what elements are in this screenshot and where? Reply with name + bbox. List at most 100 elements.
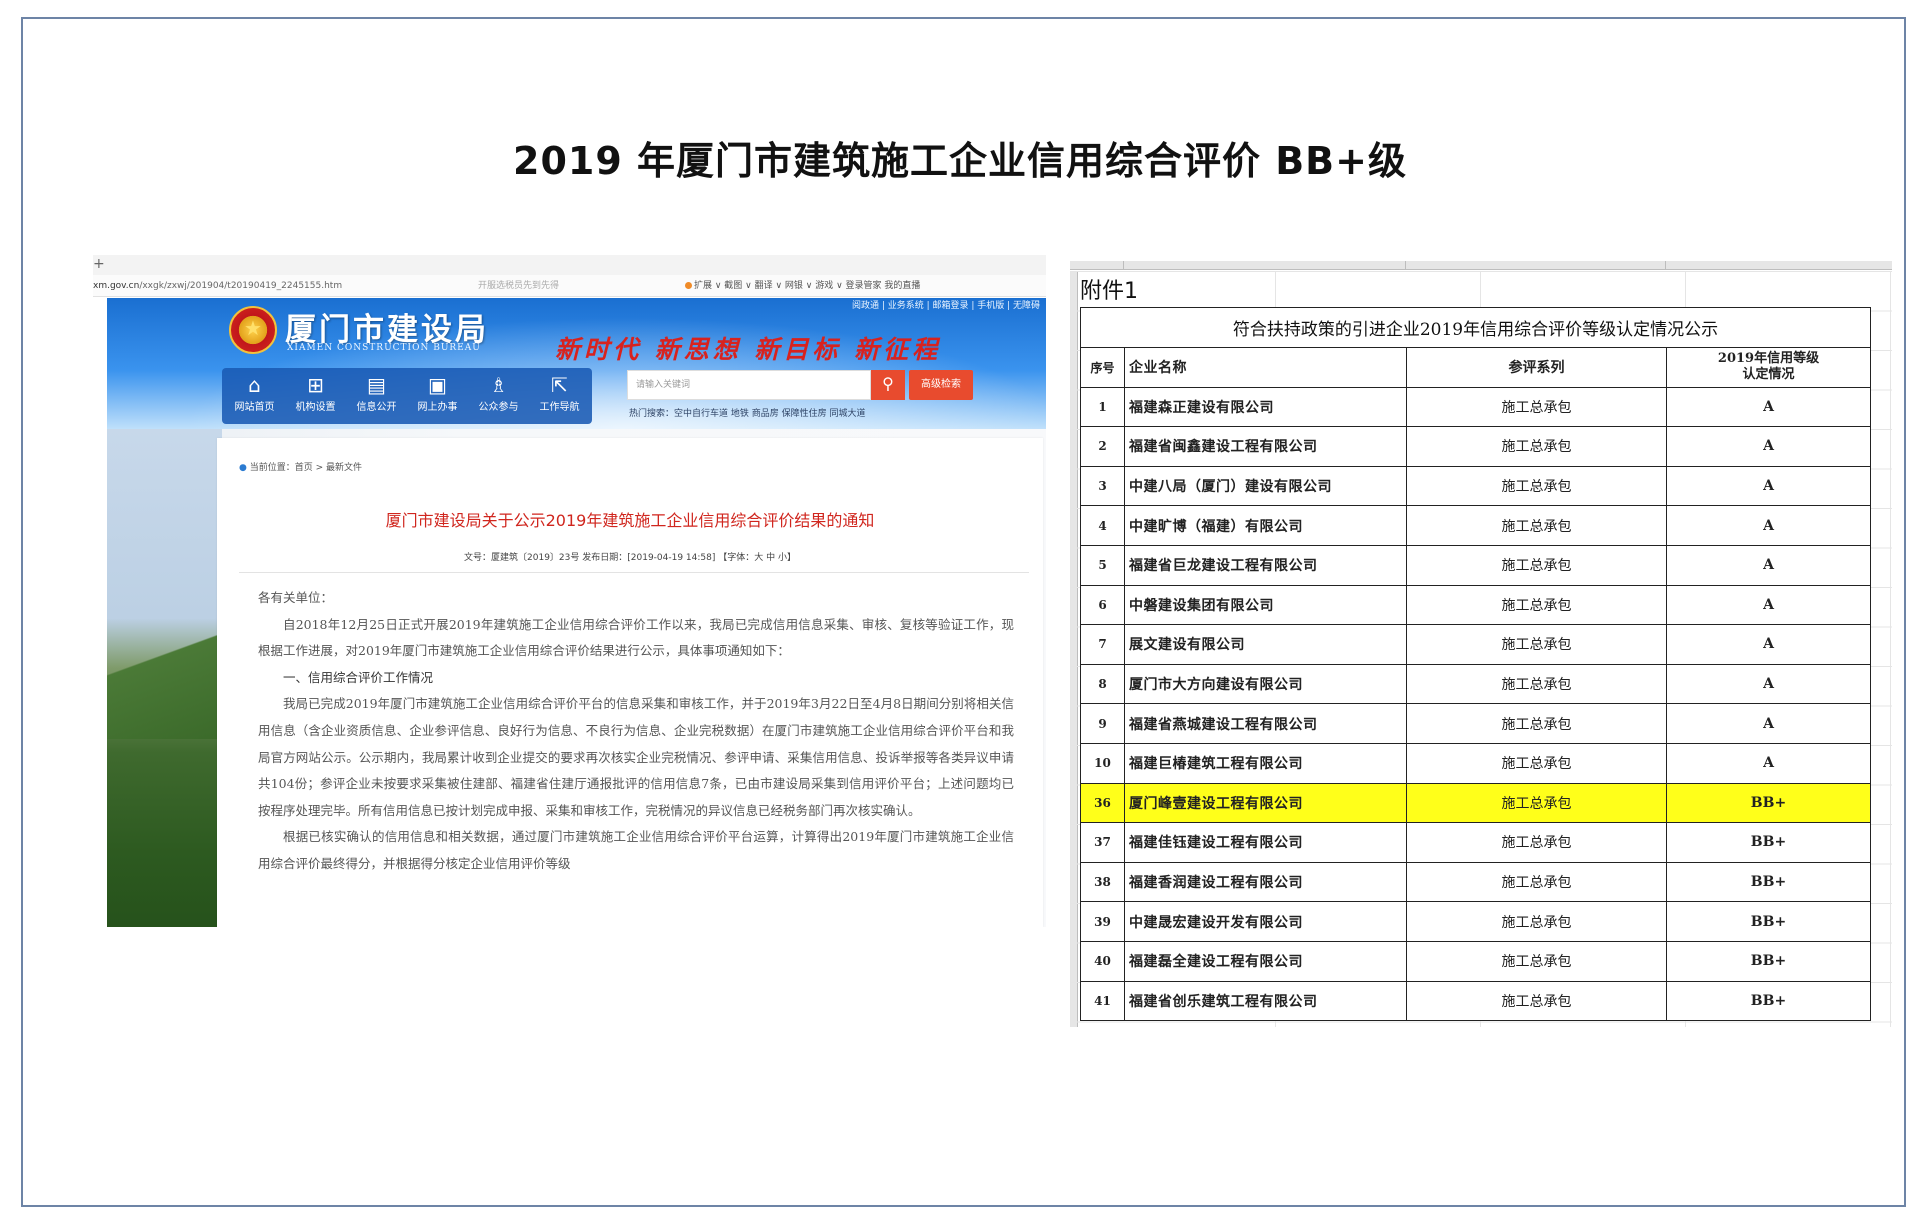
table-row: 39 中建晟宏建设开发有限公司 施工总承包 BB+ <box>1080 901 1871 942</box>
category-cell: 施工总承包 <box>1406 940 1667 982</box>
search-input[interactable]: 请输入关键词 <box>627 370 871 400</box>
company-name: 福建磊全建设工程有限公司 <box>1124 940 1407 982</box>
page-title: 2019 年厦门市建筑施工企业信用综合评价 BB+级 <box>513 139 1407 183</box>
credit-rating-table: 符合扶持政策的引进企业2019年信用综合评价等级认定情况公示 序号 企业名称 参… <box>1080 307 1871 1022</box>
company-name: 福建省燕城建设工程有限公司 <box>1124 703 1407 744</box>
notice-title: 厦门市建设局关于公示2019年建筑施工企业信用综合评价结果的通知 <box>385 511 875 530</box>
table-row: 4 中建旷博（福建）有限公司 施工总承包 A <box>1080 505 1871 546</box>
table-row: 8 厦门市大方向建设有限公司 施工总承包 A <box>1080 663 1871 705</box>
table-row: 3 中建八局（厦门）建设有限公司 施工总承包 A <box>1080 465 1871 507</box>
mountain-photo <box>107 429 222 927</box>
site-name-english: XIAMEN CONSTRUCTION BUREAU <box>287 343 481 353</box>
nav-item-home[interactable]: ⌂ 网站首页 <box>224 372 285 420</box>
company-name: 中建八局（厦门）建设有限公司 <box>1124 465 1407 507</box>
browser-toolbar[interactable]: 扩展 ∨ 截图 ∨ 翻译 ∨ 网银 ∨ 游戏 ∨ 登录管家 我的直播 <box>683 275 920 296</box>
address-hint: 开服选税员先到先得 <box>478 281 560 291</box>
slogan: 新时代 新思想 新目标 新征程 <box>555 335 942 364</box>
company-name: 福建佳钰建设工程有限公司 <box>1124 822 1407 863</box>
header-grade-line1: 2019年信用等级 <box>1717 351 1820 367</box>
company-name: 中建晟宏建设开发有限公司 <box>1124 901 1407 942</box>
table-row: 6 中磐建设集团有限公司 施工总承包 A <box>1080 584 1871 626</box>
national-emblem-icon <box>229 306 277 354</box>
row-number: 5 <box>1080 544 1125 586</box>
search-button[interactable]: ⚲ <box>871 370 905 400</box>
row-number: 3 <box>1080 465 1125 507</box>
grade-cell: A <box>1666 742 1871 784</box>
home-icon: ⌂ <box>248 373 261 397</box>
header-name: 企业名称 <box>1124 347 1407 388</box>
site-banner: 阅政通 | 业务系统 | 邮箱登录 | 手机版 | 无障碍 厦门市建设局 XIA… <box>107 298 1046 429</box>
row-number: 4 <box>1080 505 1125 546</box>
grade-cell: A <box>1666 465 1871 507</box>
text-fade <box>217 905 1043 927</box>
grade-cell: A <box>1666 703 1871 744</box>
advanced-search-button[interactable]: 高级检索 <box>909 370 973 400</box>
table-row: 5 福建省巨龙建设工程有限公司 施工总承包 A <box>1080 544 1871 586</box>
org-chart-icon: ⊞ <box>307 373 324 397</box>
notice-meta: 文号：厦建筑〔2019〕23号 发布日期：[2019-04-19 14:58] … <box>464 553 796 563</box>
nav-label: 公众参与 <box>478 402 519 413</box>
grade-cell: A <box>1666 544 1871 586</box>
category-cell: 施工总承包 <box>1406 861 1667 903</box>
divider <box>239 572 1029 573</box>
search-icon: ⚲ <box>882 374 894 393</box>
column-divider <box>1123 261 1124 270</box>
column-divider <box>1665 261 1666 270</box>
breadcrumb[interactable]: ● 当前位置：首页 > 最新文件 <box>239 460 362 473</box>
address-url[interactable]: xm.gov.cn/xxgk/zxwj/201904/t20190419_224… <box>93 275 342 296</box>
mountain-peak <box>107 629 222 739</box>
main-nav: ⌂ 网站首页 ⊞ 机构设置 ▤ 信息公开 ▣ 网上办事 ♗ 公众参与 ⇱ 工作导航 <box>222 368 592 424</box>
category-cell: 施工总承包 <box>1406 980 1667 1022</box>
table-row: 40 福建磊全建设工程有限公司 施工总承包 BB+ <box>1080 940 1871 982</box>
location-pin-icon: ● <box>239 463 247 473</box>
row-number: 36 <box>1080 782 1125 824</box>
extension-icon[interactable] <box>685 282 692 289</box>
new-tab-button[interactable]: + <box>93 255 105 273</box>
attachment-label: 附件1 <box>1080 279 1138 304</box>
nav-item-organization[interactable]: ⊞ 机构设置 <box>285 372 346 420</box>
category-cell: 施工总承包 <box>1406 584 1667 626</box>
nav-item-work-guide[interactable]: ⇱ 工作导航 <box>529 372 590 420</box>
company-name: 厦门峰壹建设工程有限公司 <box>1124 782 1407 824</box>
company-name: 福建省创乐建筑工程有限公司 <box>1124 980 1407 1022</box>
grade-cell: A <box>1666 505 1871 546</box>
nav-item-public-participation[interactable]: ♗ 公众参与 <box>468 372 529 420</box>
grade-cell: BB+ <box>1666 901 1871 942</box>
grade-cell: A <box>1666 426 1871 467</box>
notice-salutation: 各有关单位： <box>258 590 334 605</box>
grade-cell: BB+ <box>1666 782 1871 824</box>
company-name: 福建巨椿建筑工程有限公司 <box>1124 742 1407 784</box>
category-cell: 施工总承包 <box>1406 505 1667 546</box>
category-cell: 施工总承包 <box>1406 544 1667 586</box>
category-cell: 施工总承包 <box>1406 822 1667 863</box>
browser-address-bar[interactable]: xm.gov.cn/xxgk/zxwj/201904/t20190419_224… <box>93 275 1046 297</box>
browser-tab-strip: + <box>93 255 1046 275</box>
table-row: 1 福建森正建设有限公司 施工总承包 A <box>1080 386 1871 428</box>
website-screenshot: + xm.gov.cn/xxgk/zxwj/201904/t20190419_2… <box>93 255 1046 927</box>
category-cell: 施工总承包 <box>1406 386 1667 428</box>
row-number: 39 <box>1080 901 1125 942</box>
top-links[interactable]: 阅政通 | 业务系统 | 邮箱登录 | 手机版 | 无障碍 <box>852 298 1040 311</box>
navigation-icon: ⇱ <box>551 373 568 397</box>
notice-body: 各有关单位： 自2018年12月25日正式开展2019年建筑施工企业信用综合评价… <box>258 585 1014 878</box>
table-title-row: 符合扶持政策的引进企业2019年信用综合评价等级认定情况公示 <box>1080 307 1871 348</box>
nav-item-online-service[interactable]: ▣ 网上办事 <box>407 372 468 420</box>
notice-paragraph: 自2018年12月25日正式开展2019年建筑施工企业信用综合评价工作以来，我局… <box>258 616 1014 659</box>
grade-cell: A <box>1666 386 1871 428</box>
company-name: 福建省闽鑫建设工程有限公司 <box>1124 426 1407 467</box>
hot-search-links[interactable]: 热门搜索：空中自行车道 地铁 商品房 保障性住房 同城大道 <box>629 406 865 419</box>
category-cell: 施工总承包 <box>1406 663 1667 705</box>
row-number: 41 <box>1080 980 1125 1022</box>
notice-paragraph: 我局已完成2019年厦门市建筑施工企业信用综合评价平台的信息采集和审核工作，并于… <box>258 696 1014 818</box>
table-row: 7 展文建设有限公司 施工总承包 A <box>1080 624 1871 665</box>
header-grade-line2: 认定情况 <box>1742 367 1795 383</box>
column-divider <box>1405 261 1406 270</box>
notice-heading: 一、信用综合评价工作情况 <box>283 669 434 685</box>
grade-cell: BB+ <box>1666 822 1871 863</box>
row-number: 8 <box>1080 663 1125 705</box>
category-cell: 施工总承包 <box>1406 426 1667 467</box>
header-grade: 2019年信用等级 认定情况 <box>1666 347 1871 388</box>
row-number: 40 <box>1080 940 1125 982</box>
nav-item-info-disclosure[interactable]: ▤ 信息公开 <box>346 372 407 420</box>
company-name: 中建旷博（福建）有限公司 <box>1124 505 1407 546</box>
